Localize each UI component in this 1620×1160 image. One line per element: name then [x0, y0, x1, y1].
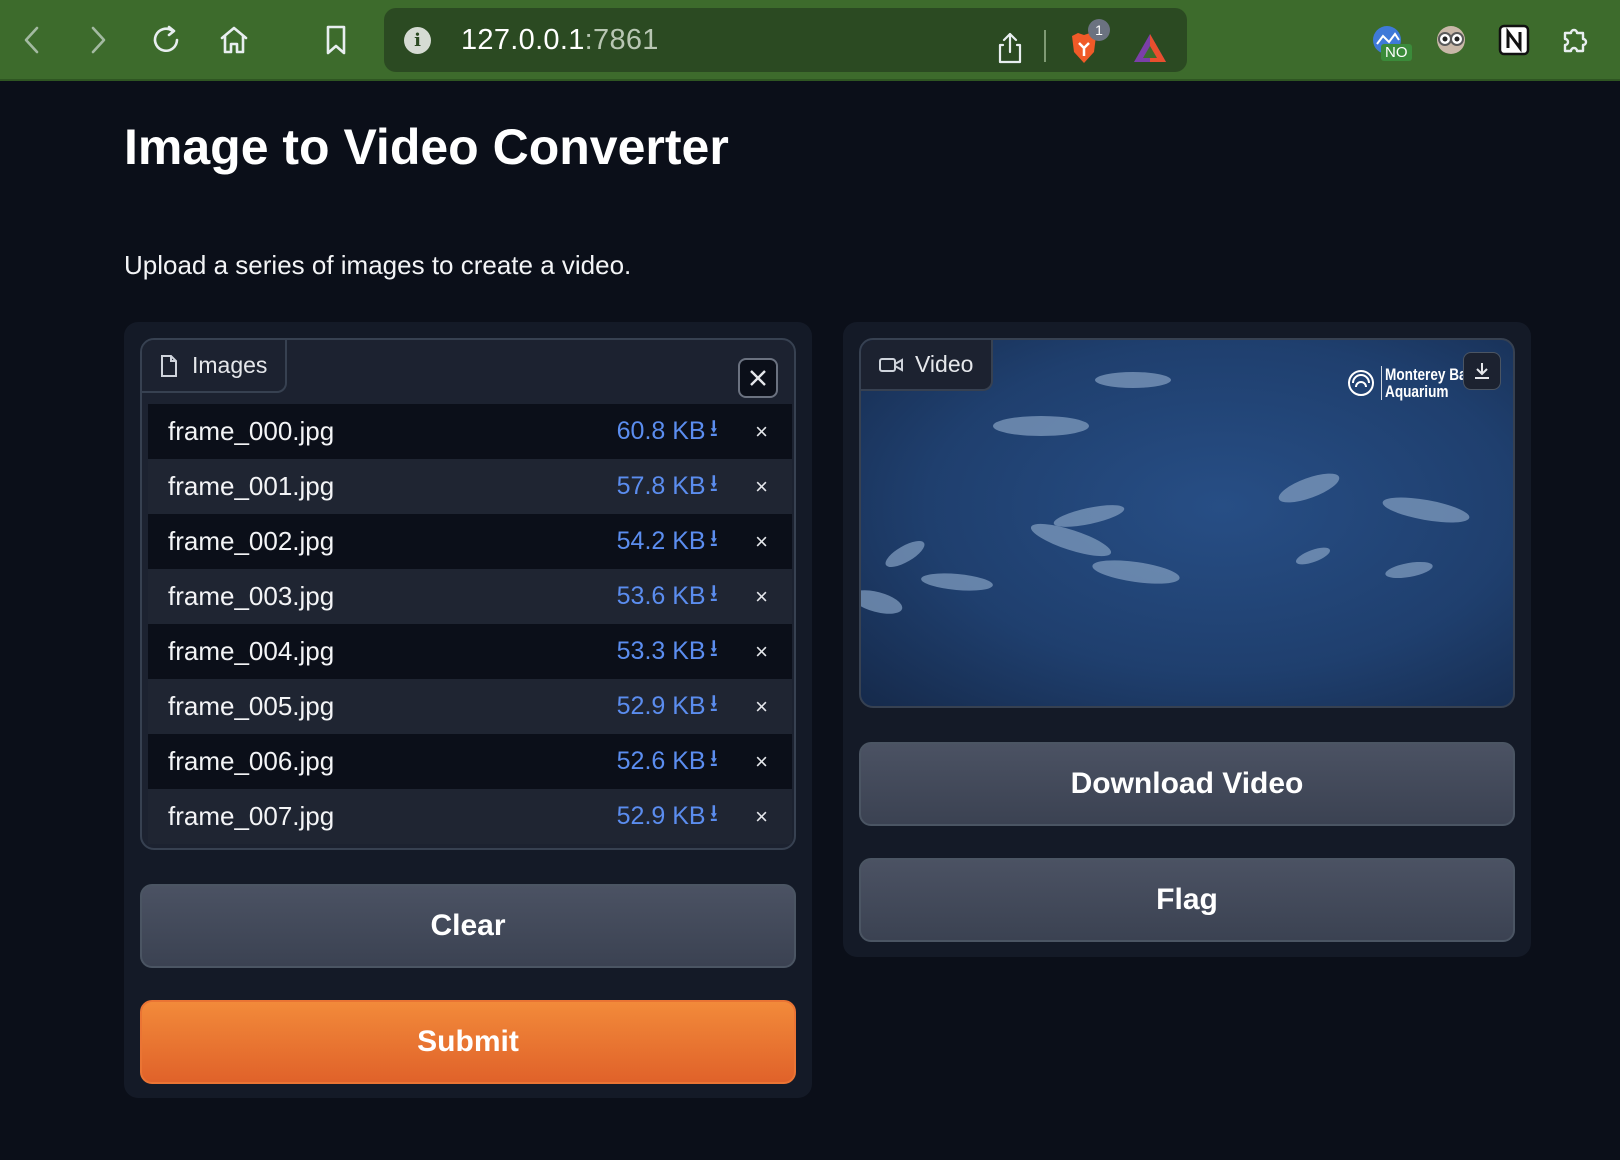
file-size-download-link[interactable]: 53.3 KB ⭳: [617, 631, 718, 672]
url-divider: [1044, 30, 1046, 62]
remove-file-icon[interactable]: ×: [755, 804, 768, 830]
browser-toolbar: i 127.0.0.1:7861 1 NO: [0, 0, 1620, 81]
file-name: frame_003.jpg: [168, 581, 335, 611]
flag-button[interactable]: Flag: [859, 858, 1515, 942]
page-description: Upload a series of images to create a vi…: [124, 250, 632, 280]
file-size-download-link[interactable]: 52.9 KB ⭳: [617, 686, 718, 727]
output-panel: Video Monterey Bay Aquarium Download Vid…: [843, 322, 1531, 957]
file-name: frame_007.jpg: [168, 801, 335, 831]
file-list: frame_000.jpg 60.8 KB ⭳ × frame_001.jpg 57.8 …: [148, 404, 792, 844]
file-size-download-link[interactable]: 52.9 KB ⭳: [617, 796, 718, 837]
file-name: frame_006.jpg: [168, 746, 335, 776]
download-arrow-icon: ⭳: [709, 415, 718, 442]
remove-file-icon[interactable]: ×: [755, 474, 768, 500]
file-size: 52.9 KB: [616, 692, 706, 720]
download-arrow-icon: ⭳: [709, 525, 718, 552]
aquarium-logo-icon: [1348, 370, 1374, 396]
download-video-button[interactable]: Download Video: [859, 742, 1515, 826]
file-size-download-link[interactable]: 54.2 KB ⭳: [617, 521, 718, 562]
file-size: 53.6 KB: [616, 582, 706, 610]
url-text[interactable]: 127.0.0.1:7861: [461, 24, 659, 57]
extension-no-icon[interactable]: NO: [1369, 22, 1412, 62]
remove-file-icon[interactable]: ×: [755, 419, 768, 445]
download-arrow-icon: ⭳: [709, 470, 718, 497]
file-row: frame_005.jpg 52.9 KB ⭳ ×: [148, 679, 792, 734]
file-row: frame_000.jpg 60.8 KB ⭳ ×: [148, 404, 792, 459]
remove-file-icon[interactable]: ×: [755, 749, 768, 775]
file-size: 60.8 KB: [616, 417, 706, 445]
submit-button[interactable]: Submit: [140, 1000, 796, 1084]
video-label: Video: [861, 340, 994, 391]
page-title: Image to Video Converter: [124, 119, 729, 175]
download-arrow-icon: ⭳: [709, 690, 718, 717]
file-row: frame_002.jpg 54.2 KB ⭳ ×: [148, 514, 792, 569]
download-arrow-icon: ⭳: [709, 800, 718, 827]
share-icon[interactable]: [990, 28, 1030, 68]
clear-button[interactable]: Clear: [140, 884, 796, 968]
extension-eyes-icon[interactable]: [1431, 20, 1471, 60]
video-player[interactable]: Video Monterey Bay Aquarium: [859, 338, 1515, 708]
file-size-download-link[interactable]: 57.8 KB ⭳: [617, 466, 718, 507]
file-icon: [161, 354, 177, 377]
file-size-download-link[interactable]: 60.8 KB ⭳: [617, 411, 718, 452]
images-upload[interactable]: Images frame_000.jpg 60.8 KB ⭳ × frame_001.j…: [140, 338, 796, 850]
home-icon[interactable]: [214, 18, 254, 62]
brave-badge: 1: [1088, 19, 1110, 41]
forward-icon[interactable]: [78, 18, 118, 62]
remove-file-icon[interactable]: ×: [755, 584, 768, 610]
address-bar[interactable]: i 127.0.0.1:7861 1: [384, 8, 1187, 72]
clear-files-icon[interactable]: [738, 358, 778, 398]
remove-file-icon[interactable]: ×: [755, 694, 768, 720]
video-camera-icon: [879, 357, 903, 372]
file-name: frame_000.jpg: [168, 416, 335, 446]
file-size: 53.3 KB: [616, 637, 706, 665]
reload-icon[interactable]: [146, 18, 186, 62]
file-size-download-link[interactable]: 52.6 KB ⭳: [617, 741, 718, 782]
download-arrow-icon: ⭳: [709, 745, 718, 772]
download-arrow-icon: ⭳: [709, 635, 718, 662]
file-size: 54.2 KB: [616, 527, 706, 555]
bookmark-icon[interactable]: [316, 18, 356, 62]
file-name: frame_005.jpg: [168, 691, 335, 721]
file-row: frame_004.jpg 53.3 KB ⭳ ×: [148, 624, 792, 679]
site-info-icon[interactable]: i: [404, 27, 431, 54]
input-panel: Images frame_000.jpg 60.8 KB ⭳ × frame_001.j…: [124, 322, 812, 1098]
file-row: frame_006.jpg 52.6 KB ⭳ ×: [148, 734, 792, 789]
file-size-download-link[interactable]: 53.6 KB ⭳: [617, 576, 718, 617]
video-download-icon[interactable]: [1463, 352, 1501, 390]
brave-rewards-icon[interactable]: [1130, 28, 1170, 68]
remove-file-icon[interactable]: ×: [755, 529, 768, 555]
file-size: 52.6 KB: [616, 747, 706, 775]
file-name: frame_004.jpg: [168, 636, 335, 666]
images-label: Images: [142, 340, 288, 393]
notion-icon[interactable]: [1494, 20, 1534, 60]
file-size: 57.8 KB: [616, 472, 706, 500]
file-name: frame_002.jpg: [168, 526, 335, 556]
download-arrow-icon: ⭳: [709, 580, 718, 607]
file-name: frame_001.jpg: [168, 471, 335, 501]
back-icon[interactable]: [12, 18, 52, 62]
file-row: frame_007.jpg 52.9 KB ⭳ ×: [148, 789, 792, 844]
brave-shields-icon[interactable]: 1: [1064, 19, 1110, 68]
extension-no-badge: NO: [1381, 44, 1412, 61]
extensions-puzzle-icon[interactable]: [1556, 20, 1596, 60]
file-row: frame_003.jpg 53.6 KB ⭳ ×: [148, 569, 792, 624]
file-size: 52.9 KB: [616, 802, 706, 830]
file-row: frame_001.jpg 57.8 KB ⭳ ×: [148, 459, 792, 514]
remove-file-icon[interactable]: ×: [755, 639, 768, 665]
